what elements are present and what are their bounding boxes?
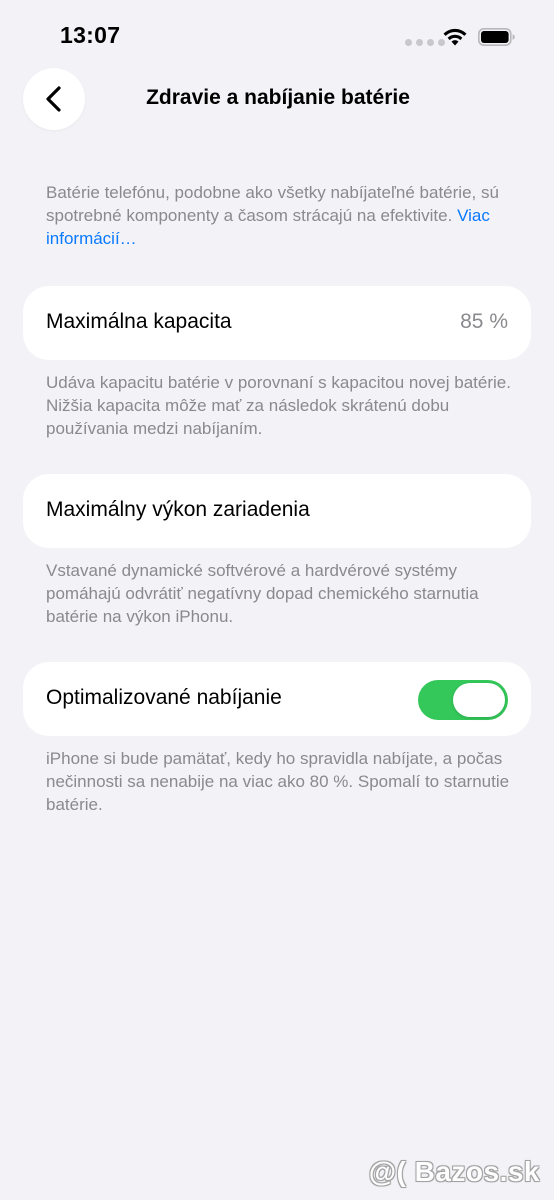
optimized-charging-footer: iPhone si bude pamätať, kedy ho spravidl… <box>46 749 510 814</box>
status-bar: 13:07 <box>0 0 554 70</box>
back-button[interactable] <box>23 68 85 130</box>
optimized-charging-label: Optimalizované nabíjanie <box>46 686 282 709</box>
battery-icon <box>478 28 515 46</box>
watermark-logo: @( Bazos.sk <box>368 1156 540 1187</box>
peak-performance-row[interactable]: Maximálny výkon zariadenia <box>23 474 531 548</box>
wifi-icon <box>443 28 467 46</box>
peak-performance-label: Maximálny výkon zariadenia <box>46 498 310 521</box>
toggle-knob <box>453 683 505 717</box>
chevron-left-icon <box>46 86 61 112</box>
max-capacity-footer: Udáva kapacitu batérie v porovnaní s kap… <box>46 373 511 438</box>
status-time: 13:07 <box>60 22 121 48</box>
optimized-charging-row: Optimalizované nabíjanie <box>23 662 531 736</box>
max-capacity-label: Maximálna kapacita <box>46 310 232 333</box>
optimized-charging-toggle[interactable] <box>418 680 508 720</box>
intro-description: Batérie telefónu, podobne ako všetky nab… <box>46 181 516 250</box>
cellular-signal-icon <box>405 39 445 46</box>
peak-performance-footer: Vstavané dynamické softvérové a hardvéro… <box>46 561 479 626</box>
max-capacity-row: Maximálna kapacita 85 % <box>23 286 531 360</box>
intro-text: Batérie telefónu, podobne ako všetky nab… <box>46 183 499 225</box>
page-title: Zdravie a nabíjanie batérie <box>146 86 410 109</box>
max-capacity-value: 85 % <box>460 310 508 333</box>
